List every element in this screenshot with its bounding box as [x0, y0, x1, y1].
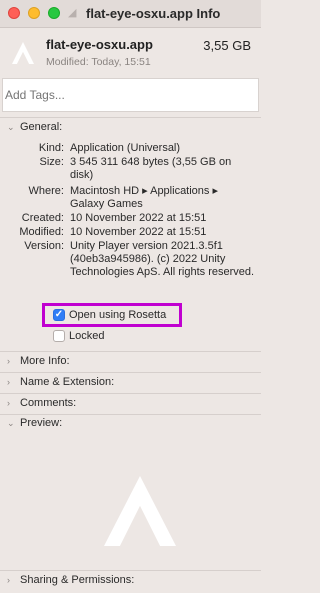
- title-unity-icon: ◢: [68, 7, 77, 19]
- title-bar: ◢ flat-eye-osxu.app Info: [0, 0, 261, 28]
- close-button[interactable]: [8, 7, 20, 19]
- section-name-extension-label: Name & Extension:: [20, 376, 115, 388]
- created-label: Created:: [21, 212, 64, 224]
- section-sharing-label: Sharing & Permissions:: [20, 574, 135, 586]
- modified-value: 10 November 2022 at 15:51: [70, 226, 207, 238]
- divider: [0, 570, 261, 571]
- section-preview[interactable]: ⌄ Preview:: [0, 417, 261, 433]
- divider: [0, 414, 261, 415]
- size-label: Size:: [39, 156, 64, 168]
- section-sharing-permissions[interactable]: › Sharing & Permissions:: [0, 574, 261, 590]
- modified-label: Modified:: [19, 226, 64, 238]
- unity-preview-icon: [104, 476, 176, 546]
- tags-field[interactable]: [2, 78, 259, 112]
- section-comments[interactable]: › Comments:: [0, 397, 261, 413]
- size-value: 3 545 311 648 bytes (3,55 GB on disk): [70, 156, 232, 181]
- section-preview-label: Preview:: [20, 417, 63, 429]
- divider: [0, 117, 261, 118]
- chevron-right-icon: ›: [7, 377, 10, 387]
- chevron-right-icon: ›: [7, 398, 10, 408]
- divider: [0, 372, 261, 373]
- chevron-right-icon: ›: [7, 356, 10, 366]
- app-modified: Modified: Today, 15:51: [46, 56, 151, 68]
- unity-icon: [12, 42, 34, 64]
- chevron-down-icon: ⌄: [7, 418, 15, 428]
- section-more-info[interactable]: › More Info:: [0, 355, 261, 371]
- section-comments-label: Comments:: [20, 397, 77, 409]
- rosetta-checkbox[interactable]: ✓: [53, 309, 65, 321]
- created-value: 10 November 2022 at 15:51: [70, 212, 207, 224]
- kind-label: Kind:: [38, 142, 64, 154]
- kind-value: Application (Universal): [70, 142, 181, 154]
- rosetta-label[interactable]: Open using Rosetta: [69, 309, 166, 321]
- chevron-down-icon: ⌄: [7, 122, 15, 132]
- app-name: flat-eye-osxu.app: [46, 37, 153, 52]
- locked-label[interactable]: Locked: [69, 330, 104, 342]
- zoom-button[interactable]: [48, 7, 60, 19]
- version-value: Unity Player version 2021.3.5f1 (40eb3a9…: [70, 240, 255, 278]
- where-value: Macintosh HD ▸ Applications ▸ Galaxy Gam…: [70, 185, 218, 210]
- version-label: Version:: [24, 240, 64, 252]
- minimize-button[interactable]: [28, 7, 40, 19]
- window-title: flat-eye-osxu.app Info: [86, 6, 221, 21]
- divider: [0, 393, 261, 394]
- where-label: Where:: [28, 185, 64, 197]
- section-name-extension[interactable]: › Name & Extension:: [0, 376, 261, 392]
- divider: [0, 351, 261, 352]
- section-general-label: General:: [20, 121, 63, 133]
- chevron-right-icon: ›: [7, 575, 10, 585]
- info-header: flat-eye-osxu.app 3,55 GB Modified: Toda…: [0, 28, 261, 76]
- app-size: 3,55 GB: [203, 38, 251, 53]
- locked-checkbox[interactable]: [53, 330, 65, 342]
- section-more-info-label: More Info:: [20, 355, 70, 367]
- section-general[interactable]: ⌄ General:: [0, 121, 261, 137]
